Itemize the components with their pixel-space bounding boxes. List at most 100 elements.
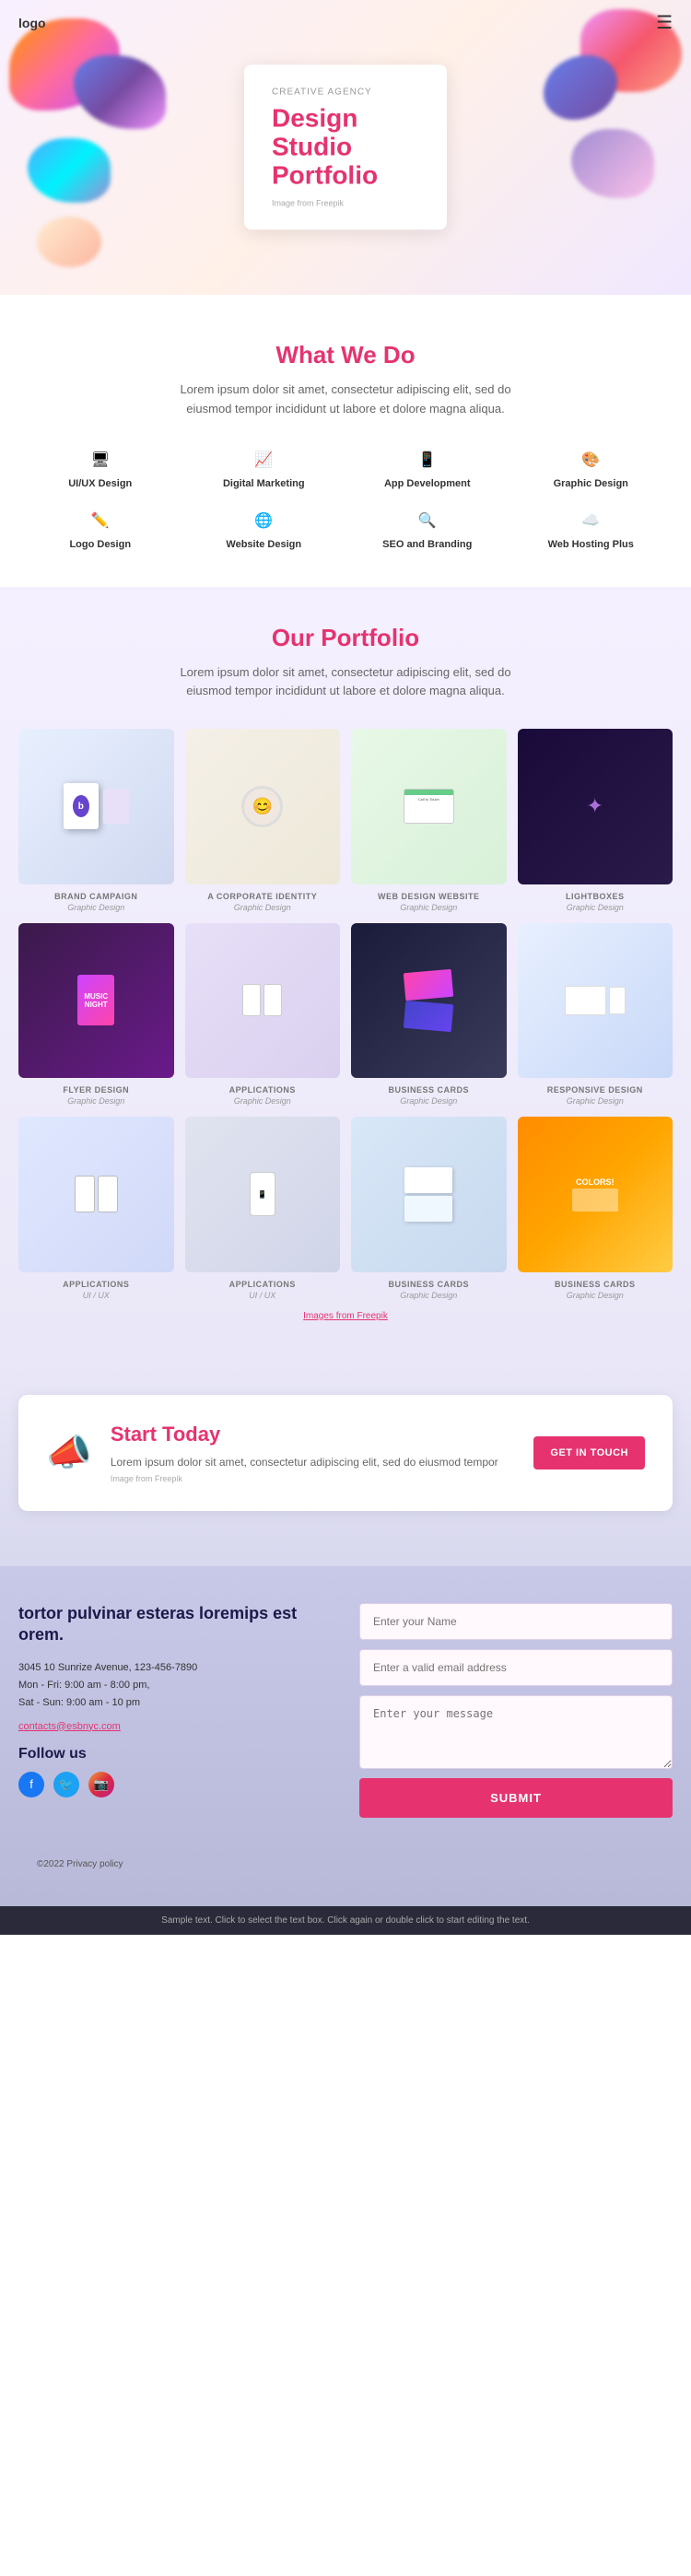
blob-7 — [37, 217, 101, 267]
portfolio-thumb-10 — [351, 1117, 507, 1272]
blob-6 — [571, 129, 654, 198]
portfolio-sub-2: Graphic Design — [351, 903, 507, 912]
start-today-title: Start Today — [111, 1423, 516, 1446]
portfolio-category-11: BUSINESS CARDS — [518, 1280, 673, 1289]
service-item-5[interactable]: 🌐 Website Design — [192, 508, 337, 550]
service-icon-0: 🖥 — [88, 447, 113, 473]
service-icon-6: 🔍 — [415, 508, 440, 533]
portfolio-category-6: BUSINESS CARDS — [351, 1085, 507, 1095]
facebook-icon[interactable]: f — [18, 1772, 44, 1797]
blob-5 — [544, 55, 617, 120]
blob-2 — [74, 55, 166, 129]
portfolio-category-2: WEB DESIGN WEBSITE — [351, 892, 507, 901]
service-icon-7: ☁️ — [578, 508, 603, 533]
service-label-7: Web Hosting Plus — [548, 539, 634, 550]
service-item-3[interactable]: 🎨 Graphic Design — [519, 447, 664, 489]
portfolio-category-3: LIGHTBOXES — [518, 892, 673, 901]
portfolio-item-10[interactable]: BUSINESS CARDS Graphic Design — [351, 1117, 507, 1300]
portfolio-sub-4: Graphic Design — [18, 1096, 174, 1106]
portfolio-sub-10: Graphic Design — [351, 1291, 507, 1300]
service-icon-4: ✏️ — [88, 508, 113, 533]
portfolio-item-6[interactable]: BUSINESS CARDS Graphic Design — [351, 923, 507, 1107]
get-in-touch-button[interactable]: GET IN TOUCH — [533, 1436, 645, 1469]
what-we-do-description: Lorem ipsum dolor sit amet, consectetur … — [161, 381, 530, 419]
service-icon-5: 🌐 — [251, 508, 276, 533]
service-item-4[interactable]: ✏️ Logo Design — [28, 508, 173, 550]
service-icon-3: 🎨 — [578, 447, 603, 473]
hero-card: CREATIVE AGENCY Design Studio Portfolio … — [244, 64, 447, 229]
hero-title: Design Studio Portfolio — [272, 104, 419, 189]
portfolio-sub-9: UI / UX — [185, 1291, 341, 1300]
portfolio-category-5: APPLICATIONS — [185, 1085, 341, 1095]
service-label-3: Graphic Design — [554, 478, 628, 489]
agency-label: CREATIVE AGENCY — [272, 87, 419, 97]
portfolio-thumb-6 — [351, 923, 507, 1079]
submit-button[interactable]: SUBMIT — [359, 1778, 673, 1818]
what-we-do-section: What We Do Lorem ipsum dolor sit amet, c… — [0, 295, 691, 587]
portfolio-item-1[interactable]: 😊 A CORPORATE IDENTITY Graphic Design — [185, 729, 341, 912]
service-icon-1: 📈 — [251, 447, 276, 473]
portfolio-item-7[interactable]: RESPONSIVE DESIGN Graphic Design — [518, 923, 673, 1107]
service-item-7[interactable]: ☁️ Web Hosting Plus — [519, 508, 664, 550]
service-label-1: Digital Marketing — [223, 478, 305, 489]
service-item-1[interactable]: 📈 Digital Marketing — [192, 447, 337, 489]
hero-img-credit: Image from Freepik — [272, 199, 419, 208]
start-today-description: Lorem ipsum dolor sit amet, consectetur … — [111, 1454, 516, 1470]
contact-email[interactable]: contacts@esbnyc.com — [18, 1721, 332, 1732]
service-item-6[interactable]: 🔍 SEO and Branding — [355, 508, 500, 550]
email-input[interactable] — [359, 1649, 673, 1686]
portfolio-description: Lorem ipsum dolor sit amet, consectetur … — [161, 663, 530, 702]
portfolio-thumb-9: 📱 — [185, 1117, 341, 1272]
portfolio-item-9[interactable]: 📱 APPLICATIONS UI / UX — [185, 1117, 341, 1300]
portfolio-sub-0: Graphic Design — [18, 903, 174, 912]
contact-address: 3045 10 Sunrize Avenue, 123-456-7890 Mon… — [18, 1659, 332, 1711]
twitter-icon[interactable]: 🐦 — [53, 1772, 79, 1797]
portfolio-sub-6: Graphic Design — [351, 1096, 507, 1106]
portfolio-category-10: BUSINESS CARDS — [351, 1280, 507, 1289]
service-label-6: SEO and Branding — [382, 539, 472, 550]
portfolio-thumb-4: MUSIC NIGHT — [18, 923, 174, 1079]
portfolio-title: Our Portfolio — [18, 624, 673, 652]
portfolio-img-credit[interactable]: Images from Freepik — [18, 1311, 673, 1321]
portfolio-category-1: A CORPORATE IDENTITY — [185, 892, 341, 901]
message-input[interactable] — [359, 1695, 673, 1769]
portfolio-thumb-2: Call to Touch — [351, 729, 507, 884]
portfolio-category-4: FLYER DESIGN — [18, 1085, 174, 1095]
instagram-icon[interactable]: 📷 — [88, 1772, 114, 1797]
portfolio-item-11[interactable]: COLORS! BUSINESS CARDS Graphic Design — [518, 1117, 673, 1300]
service-label-4: Logo Design — [69, 539, 131, 550]
portfolio-item-2[interactable]: Call to Touch WEB DESIGN WEBSITE Graphic… — [351, 729, 507, 912]
portfolio-item-0[interactable]: b BRAND CAMPAIGN Graphic Design — [18, 729, 174, 912]
portfolio-item-4[interactable]: MUSIC NIGHT FLYER DESIGN Graphic Design — [18, 923, 174, 1107]
portfolio-thumb-1: 😊 — [185, 729, 341, 884]
portfolio-item-8[interactable]: APPLICATIONS UI / UX — [18, 1117, 174, 1300]
contact-section: tortor pulvinar esteras loremips est ore… — [0, 1566, 691, 1906]
logo: logo — [18, 16, 46, 30]
name-input[interactable] — [359, 1603, 673, 1640]
what-we-do-title: What We Do — [28, 341, 663, 369]
service-icon-2: 📱 — [415, 447, 440, 473]
header: logo ☰ — [0, 0, 691, 45]
portfolio-sub-7: Graphic Design — [518, 1096, 673, 1106]
start-today-content: Start Today Lorem ipsum dolor sit amet, … — [111, 1423, 516, 1483]
hamburger-menu[interactable]: ☰ — [656, 11, 673, 34]
portfolio-item-3[interactable]: ✦ LIGHTBOXES Graphic Design — [518, 729, 673, 912]
portfolio-category-0: BRAND CAMPAIGN — [18, 892, 174, 901]
service-item-0[interactable]: 🖥 UI/UX Design — [28, 447, 173, 489]
portfolio-grid: b BRAND CAMPAIGN Graphic Design 😊 A CORP… — [18, 729, 673, 1300]
start-today-section: 📣 Start Today Lorem ipsum dolor sit amet… — [18, 1395, 673, 1511]
portfolio-thumb-3: ✦ — [518, 729, 673, 884]
portfolio-section: Our Portfolio Lorem ipsum dolor sit amet… — [0, 587, 691, 1358]
portfolio-item-5[interactable]: APPLICATIONS Graphic Design — [185, 923, 341, 1107]
service-item-2[interactable]: 📱 App Development — [355, 447, 500, 489]
contact-tagline: tortor pulvinar esteras loremips est ore… — [18, 1603, 332, 1646]
portfolio-sub-5: Graphic Design — [185, 1096, 341, 1106]
portfolio-category-8: APPLICATIONS — [18, 1280, 174, 1289]
bottom-bar-text: Sample text. Click to select the text bo… — [161, 1915, 530, 1926]
portfolio-category-9: APPLICATIONS — [185, 1280, 341, 1289]
social-icons: f 🐦 📷 — [18, 1772, 332, 1797]
service-label-0: UI/UX Design — [68, 478, 132, 489]
portfolio-thumb-8 — [18, 1117, 174, 1272]
portfolio-sub-3: Graphic Design — [518, 903, 673, 912]
contact-info: tortor pulvinar esteras loremips est ore… — [18, 1603, 332, 1818]
